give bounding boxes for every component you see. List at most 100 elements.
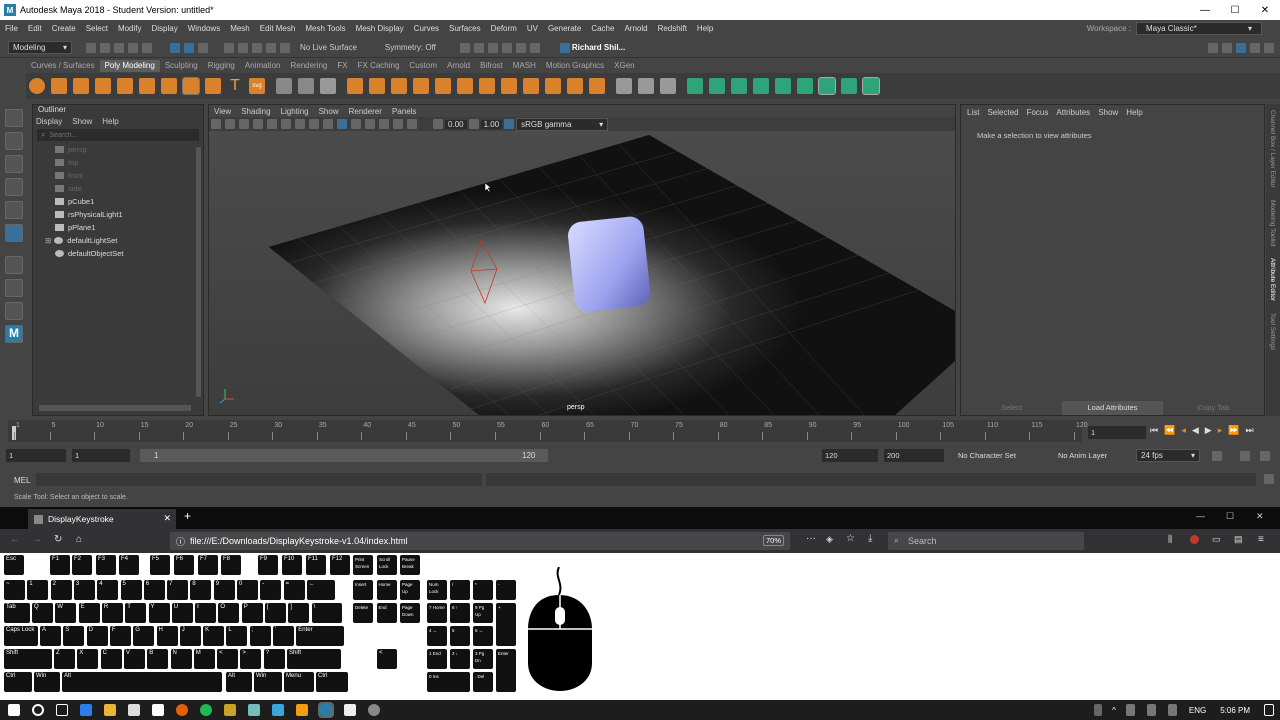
shelf-tab[interactable]: Arnold [442,60,475,72]
start-windows-icon[interactable] [8,704,20,716]
loop-icon[interactable] [1212,451,1222,461]
shelf-tab[interactable]: FX [332,60,352,72]
menu-mesh-tools[interactable]: Mesh Tools [305,24,345,33]
poly-cube-icon[interactable] [51,78,67,94]
menu-mesh[interactable]: Mesh [230,24,250,33]
menu-file[interactable]: File [5,24,18,33]
multi-cut-icon[interactable] [567,78,583,94]
menu-display[interactable]: Display [152,24,178,33]
step-forward-frame-icon[interactable]: ▸ [1218,425,1223,436]
knife-icon[interactable] [616,78,632,94]
maya-m-icon[interactable]: M [5,325,23,343]
ipr-render-icon[interactable] [487,42,498,53]
list-item[interactable]: side [55,182,203,195]
sidebar-icon[interactable]: ▭ [1212,534,1221,545]
select-hierarchy-icon[interactable] [170,42,180,53]
ae-menu-list[interactable]: List [967,108,979,117]
redshift-render-icon[interactable] [529,42,540,53]
resolution-gate-icon[interactable] [295,119,305,129]
viewport-menu-renderer[interactable]: Renderer [349,107,382,116]
scene-start-field[interactable]: 1 [6,449,66,462]
uv-editor-icon[interactable] [775,78,791,94]
store-icon[interactable] [128,704,140,716]
scale-tool-icon[interactable] [5,224,23,242]
shelf-tab[interactable]: Bifrost [475,60,508,72]
extrude-icon[interactable] [369,78,385,94]
load-attributes-button[interactable]: Load Attributes [1062,401,1163,415]
shelf-tab[interactable]: MASH [508,60,541,72]
shelf-tab[interactable]: Rigging [203,60,240,72]
viewport-menu-shading[interactable]: Shading [241,107,270,116]
tab-attribute-editor[interactable]: Attribute Editor [1269,258,1276,301]
workspace-dropdown[interactable]: Maya Classic* ▾ [1136,21,1262,35]
target-weld-icon[interactable] [589,78,605,94]
action-center-icon[interactable] [1264,704,1274,716]
back-icon[interactable]: ← [10,534,20,545]
wireframe-icon[interactable] [309,119,319,129]
history-icon[interactable] [459,42,470,53]
film-gate-icon[interactable] [281,119,291,129]
menu-curves[interactable]: Curves [414,24,439,33]
snap-point-icon[interactable] [252,42,262,53]
poly-sphere-icon[interactable] [29,78,45,94]
menu-generate[interactable]: Generate [548,24,581,33]
current-frame-field[interactable]: 1 [1088,426,1146,439]
select-button[interactable]: Select [961,401,1062,415]
outliner-scrollbar[interactable] [196,147,201,397]
select-object-icon[interactable] [184,42,194,53]
new-scene-icon[interactable] [86,42,96,53]
shelf-tab[interactable]: Custom [404,60,442,72]
insert-edge-loop-icon[interactable] [545,78,561,94]
menu-surfaces[interactable]: Surfaces [449,24,481,33]
mel-label[interactable]: MEL [14,476,30,485]
character-controls-icon[interactable] [1222,42,1232,53]
svg-tool-icon[interactable]: svg [249,78,265,94]
firefox-icon[interactable] [176,704,188,716]
3d-viewport[interactable]: persp [209,131,955,415]
render-settings-icon[interactable] [501,42,512,53]
menu-redshift[interactable]: Redshift [658,24,687,33]
minimize-button[interactable]: — [1190,5,1220,16]
info-icon[interactable]: ⓘ [176,535,185,548]
task-view-icon[interactable] [56,704,68,716]
menu-uv[interactable]: UV [527,24,538,33]
tab-tool-settings[interactable]: Tool Settings [1269,313,1276,350]
list-item[interactable]: pPlane1 [55,221,203,234]
edit-edge-flow-icon[interactable] [638,78,654,94]
cortana-icon[interactable] [32,704,44,716]
copy-tab-button[interactable]: Copy Tab [1163,401,1264,415]
search-bar[interactable]: ⌕ Search [888,532,1084,550]
four-view-layout-icon[interactable] [5,279,23,297]
reload-icon[interactable]: ↻ [54,534,62,545]
poly-disc-icon[interactable] [161,78,177,94]
tray-expand-icon[interactable]: ^ [1112,706,1116,715]
step-forward-key-icon[interactable]: ⏩ [1228,425,1239,436]
ae-menu-attributes[interactable]: Attributes [1056,108,1090,117]
close-tab-icon[interactable]: ✕ [163,513,171,524]
select-component-icon[interactable] [198,42,208,53]
symmetry-label[interactable]: Symmetry: Off [385,43,436,52]
uv-sew-icon[interactable] [862,77,880,95]
viewport-menu-show[interactable]: Show [319,107,339,116]
playback-end-field[interactable]: 120 [822,449,878,462]
uv-unfold-icon[interactable] [797,78,813,94]
colorspace-dropdown[interactable]: sRGB gamma ▾ [516,117,609,131]
menu-modify[interactable]: Modify [118,24,142,33]
clock[interactable]: 5:06 PM [1220,706,1250,715]
time-slider[interactable]: 1 5 10 15 20 25 30 35 40 45 50 55 60 65 70 75 80 85 90 95 10… [0,420,1280,444]
uv-planar-icon[interactable] [687,78,703,94]
range-slider-bar[interactable] [140,449,548,462]
shelf-tab[interactable]: Curves / Surfaces [26,60,100,72]
snap-view-icon[interactable] [266,42,276,53]
undo-icon[interactable] [128,42,138,53]
fps-dropdown[interactable]: 24 fps ▾ [1136,449,1200,462]
edge-icon[interactable] [80,704,92,716]
shelf-tab[interactable]: Motion Graphics [541,60,609,72]
viewport-menu-panels[interactable]: Panels [392,107,416,116]
hamburger-menu-icon[interactable]: ≡ [1258,534,1264,545]
use-all-lights-icon[interactable] [351,119,361,129]
save-scene-icon[interactable] [114,42,124,53]
shelf-tab[interactable]: Animation [240,60,286,72]
library-icon[interactable]: ⫼ [1168,534,1172,545]
list-item[interactable]: ⊞ defaultLightSet [45,234,203,247]
